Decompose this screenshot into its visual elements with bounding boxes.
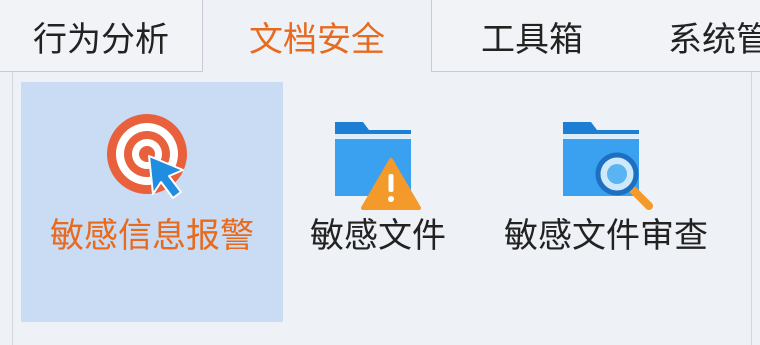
- sensitive-file-review-button[interactable]: 敏感文件审查: [491, 82, 721, 322]
- sensitive-files-button[interactable]: 敏感文件: [293, 82, 463, 322]
- folder-search-icon: [563, 122, 653, 210]
- tab-behavior-analysis[interactable]: 行为分析: [0, 0, 202, 72]
- ribbon-tab-bar: 行为分析 文档安全 工具箱 系统管: [0, 0, 760, 73]
- tab-document-security[interactable]: 文档安全: [202, 0, 432, 73]
- target-cursor-icon: [107, 114, 187, 199]
- sensitive-info-alarm-button[interactable]: 敏感信息报警: [21, 82, 283, 322]
- sensitive-info-alarm-label: 敏感信息报警: [50, 216, 254, 256]
- ribbon-panel: 敏感信息报警 敏感文件 敏感文件审查: [12, 72, 752, 345]
- folder-warning-icon: [335, 122, 421, 210]
- tab-toolbox[interactable]: 工具箱: [432, 0, 632, 72]
- tab-system-management[interactable]: 系统管: [632, 0, 760, 72]
- sensitive-file-review-label: 敏感文件审查: [504, 216, 708, 256]
- sensitive-files-label: 敏感文件: [310, 216, 446, 256]
